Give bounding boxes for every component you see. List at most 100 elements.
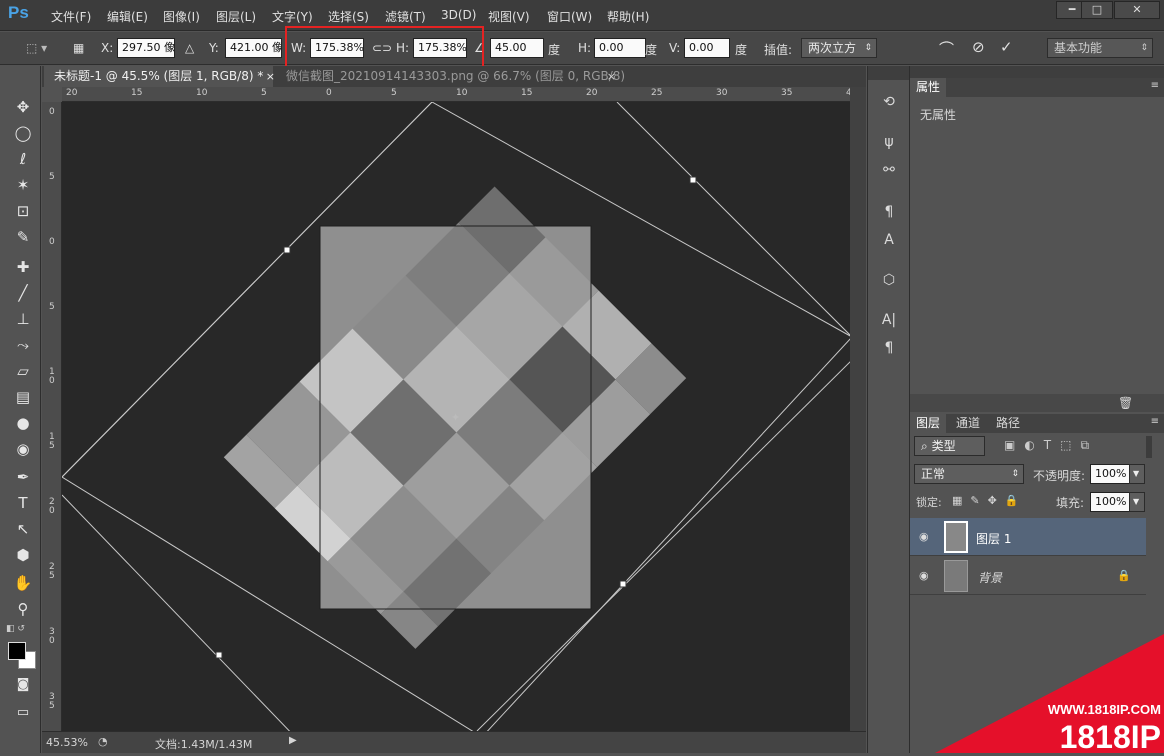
- rotation-center-icon[interactable]: ✦: [451, 411, 460, 424]
- paragraph-styles-icon[interactable]: A: [878, 232, 900, 252]
- layer-filter-value: 类型: [931, 439, 956, 453]
- tab-paths[interactable]: 路径: [990, 414, 1026, 433]
- layer-filter-select[interactable]: ⌕ 类型: [914, 436, 985, 456]
- menu-type[interactable]: 文字(Y): [272, 8, 313, 25]
- commit-transform-icon[interactable]: ✓: [1000, 38, 1013, 56]
- eraser-tool-icon[interactable]: ▱: [10, 360, 36, 382]
- transform-handle[interactable]: [689, 176, 697, 184]
- eye-icon[interactable]: ◉: [919, 569, 933, 582]
- magic-wand-tool-icon[interactable]: ✶: [10, 174, 36, 196]
- brush-presets-icon[interactable]: ψ: [878, 134, 900, 154]
- hskew-label: H:: [578, 41, 592, 55]
- shape-tool-icon[interactable]: ⬢: [10, 544, 36, 566]
- warp-mode-icon[interactable]: ⌒: [939, 38, 954, 59]
- reference-point-icon[interactable]: ▦: [73, 41, 84, 55]
- quick-mask-icon[interactable]: ◙: [10, 674, 36, 696]
- brush-panel-icon[interactable]: ⚯: [878, 162, 900, 182]
- fill-field[interactable]: 100%: [1090, 492, 1130, 512]
- properties-tab[interactable]: 属性: [910, 78, 947, 97]
- close-tab-icon[interactable]: ×: [607, 66, 616, 87]
- lock-icons[interactable]: ▦✎✥🔒: [952, 494, 1027, 507]
- character-styles-icon[interactable]: ¶: [878, 204, 900, 224]
- transform-handle[interactable]: [619, 580, 627, 588]
- close-window-button[interactable]: ✕: [1114, 1, 1160, 19]
- interpolation-label: 插值:: [764, 43, 793, 57]
- menu-layer[interactable]: 图层(L): [216, 8, 256, 25]
- menu-window[interactable]: 窗口(W): [547, 8, 592, 25]
- transform-handle[interactable]: [283, 246, 291, 254]
- panel-menu-icon[interactable]: ≡: [1151, 416, 1159, 427]
- options-bar: ⬚ ▾ ▦ X: 297.50 像 △ Y: 421.00 像 W: 175.3…: [0, 32, 1164, 65]
- status-info-icon[interactable]: ◔: [98, 735, 108, 748]
- cancel-transform-icon[interactable]: ⊘: [972, 38, 985, 56]
- pen-tool-icon[interactable]: ✒: [10, 466, 36, 488]
- eyedropper-tool-icon[interactable]: ✎: [10, 226, 36, 248]
- dodge-tool-icon[interactable]: ◉: [10, 438, 36, 460]
- vertical-scrollbar[interactable]: [850, 87, 866, 731]
- transform-tool-icon[interactable]: ⬚ ▾: [26, 41, 47, 55]
- interpolation-select[interactable]: 两次立方 ⇕: [801, 38, 877, 58]
- default-colors-icon[interactable]: ◧ ↺: [6, 624, 25, 634]
- close-tab-icon[interactable]: ×: [266, 66, 275, 87]
- hand-tool-icon[interactable]: ✋: [10, 572, 36, 594]
- foreground-color-swatch[interactable]: [8, 642, 26, 660]
- tab-layers[interactable]: 图层: [910, 414, 947, 433]
- relative-position-icon[interactable]: △: [185, 41, 194, 55]
- canvas-svg[interactable]: ✦: [62, 102, 850, 731]
- tab-channels[interactable]: 通道: [950, 414, 986, 433]
- layer-row[interactable]: ◉ 背景 🔒: [910, 557, 1146, 595]
- history-brush-tool-icon[interactable]: ⤳: [10, 334, 36, 356]
- menu-edit[interactable]: 编辑(E): [107, 8, 148, 25]
- document-image: [223, 186, 687, 649]
- transform-handle[interactable]: [215, 651, 223, 659]
- ellipse-marquee-tool-icon[interactable]: ◯: [10, 122, 36, 144]
- path-selection-tool-icon[interactable]: ↖: [10, 518, 36, 540]
- doc-tab-active[interactable]: 未标题-1 @ 45.5% (图层 1, RGB/8) * ×: [44, 66, 275, 87]
- canvas-area[interactable]: ✦: [62, 102, 850, 731]
- menu-filter[interactable]: 滤镜(T): [385, 8, 426, 25]
- status-arrow-icon[interactable]: ▶: [289, 735, 297, 746]
- layer-name[interactable]: 图层 1: [976, 530, 1011, 547]
- clone-stamp-tool-icon[interactable]: ⊥: [10, 308, 36, 330]
- eye-icon[interactable]: ◉: [919, 530, 933, 543]
- screen-mode-icon[interactable]: ▭: [10, 702, 36, 724]
- healing-brush-tool-icon[interactable]: ✚: [10, 256, 36, 278]
- maximize-button[interactable]: □: [1081, 1, 1113, 19]
- layer-row-selected[interactable]: ◉ 图层 1: [910, 518, 1146, 556]
- type-tool-icon[interactable]: T: [10, 492, 36, 514]
- 3d-icon[interactable]: ⬡: [878, 272, 900, 292]
- opacity-field[interactable]: 100%: [1090, 464, 1130, 484]
- menu-select[interactable]: 选择(S): [328, 8, 369, 25]
- blend-mode-select[interactable]: 正常 ⇕: [914, 464, 1024, 484]
- vskew-field[interactable]: 0.00: [684, 38, 730, 58]
- zoom-tool-icon[interactable]: ⚲: [10, 598, 36, 620]
- workspace-select[interactable]: 基本功能 ⇕: [1047, 38, 1153, 58]
- menu-view[interactable]: 视图(V): [488, 8, 530, 25]
- y-field[interactable]: 421.00 像: [225, 38, 282, 58]
- layer-filter-icons[interactable]: ▣◐T⬚⧉: [1004, 438, 1098, 453]
- menu-help[interactable]: 帮助(H): [607, 8, 649, 25]
- hskew-field[interactable]: 0.00: [594, 38, 646, 58]
- move-tool-icon[interactable]: ✥: [10, 96, 36, 118]
- zoom-level[interactable]: 45.53%: [46, 736, 88, 749]
- gradient-tool-icon[interactable]: ▤: [10, 386, 36, 408]
- opacity-dropdown[interactable]: ▼: [1129, 464, 1145, 484]
- x-label: X:: [101, 41, 114, 55]
- menu-3d[interactable]: 3D(D): [441, 8, 476, 22]
- history-icon[interactable]: ⟲: [878, 94, 900, 114]
- x-field[interactable]: 297.50 像: [117, 38, 175, 58]
- fill-dropdown[interactable]: ▼: [1129, 492, 1145, 512]
- angle-field[interactable]: 45.00: [490, 38, 544, 58]
- panel-menu-icon[interactable]: ≡: [1151, 80, 1159, 91]
- brush-tool-icon[interactable]: ╱: [10, 282, 36, 304]
- character-icon[interactable]: A|: [878, 312, 900, 332]
- menu-image[interactable]: 图像(I): [163, 8, 200, 25]
- trash-icon[interactable]: 🗑: [1118, 396, 1133, 410]
- lasso-tool-icon[interactable]: ℓ: [10, 148, 36, 170]
- paragraph-icon[interactable]: ¶: [878, 340, 900, 360]
- menu-file[interactable]: 文件(F): [51, 8, 91, 25]
- doc-tab-inactive[interactable]: 微信截图_20210914143303.png @ 66.7% (图层 0, R…: [276, 66, 625, 87]
- blur-tool-icon[interactable]: ●: [10, 412, 36, 434]
- layer-name[interactable]: 背景: [978, 569, 1002, 586]
- crop-tool-icon[interactable]: ⊡: [10, 200, 36, 222]
